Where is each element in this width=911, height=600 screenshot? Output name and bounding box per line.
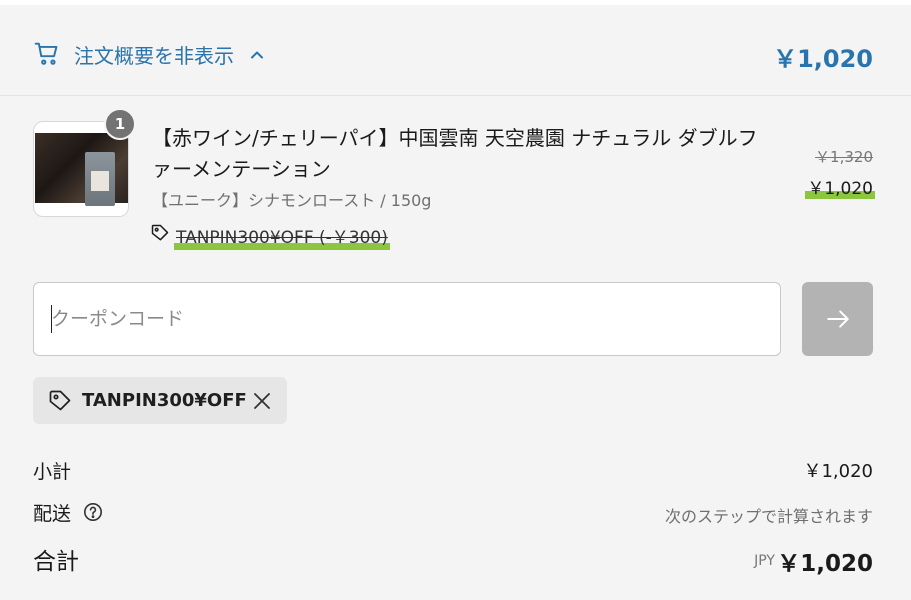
- tag-icon: [151, 224, 169, 241]
- shipping-value: 次のステップで計算されます: [664, 507, 873, 526]
- product-image: [35, 133, 128, 206]
- arrow-right-icon: [827, 310, 849, 328]
- price-current: ￥1,020: [805, 174, 875, 199]
- chevron-up-icon: [251, 51, 263, 59]
- apply-coupon-button[interactable]: [802, 282, 873, 356]
- coupon-code-input[interactable]: [33, 282, 781, 356]
- applied-coupon-code: TANPIN300¥OFF: [82, 390, 247, 411]
- subtotal-label: 小計: [33, 461, 72, 483]
- total-row: 合計 JPY ￥1,020: [33, 542, 873, 577]
- total-value: ￥1,020: [777, 551, 873, 577]
- help-icon[interactable]: [83, 502, 103, 522]
- tag-icon: [49, 390, 71, 411]
- total-label: 合計: [33, 549, 79, 575]
- price-original: ￥1,320: [815, 148, 873, 166]
- subtotal-row: 小計 ￥1,020: [33, 457, 873, 485]
- order-summary-total: ￥1,020: [773, 45, 873, 73]
- order-summary-panel: 1 【赤ワイン/チェリーパイ】中国雲南 天空農園 ナチュラル ダブルファーメンテ…: [0, 96, 911, 600]
- product-title: 【赤ワイン/チェリーパイ】中国雲南 天空農園 ナチュラル ダブルファーメンテーシ…: [152, 126, 758, 181]
- shipping-label: 配送: [33, 503, 72, 525]
- order-summary-toggle[interactable]: 注文概要を非表示 ￥1,020: [0, 5, 911, 96]
- product-variant: 【ユニーク】シナモンロースト / 150g: [152, 191, 432, 210]
- currency-code: JPY: [754, 553, 775, 569]
- shipping-row: 配送 次のステップで計算されます: [33, 499, 873, 527]
- text-cursor: [51, 305, 52, 333]
- quantity-badge: 1: [104, 108, 136, 140]
- subtotal-value: ￥1,020: [803, 461, 873, 482]
- order-summary-label: 注文概要を非表示: [74, 44, 234, 68]
- discount-label: TANPIN300¥OFF (-￥300): [174, 221, 390, 250]
- close-icon[interactable]: [252, 391, 272, 411]
- applied-coupon-chip: TANPIN300¥OFF: [33, 377, 287, 424]
- cart-icon: [34, 42, 58, 65]
